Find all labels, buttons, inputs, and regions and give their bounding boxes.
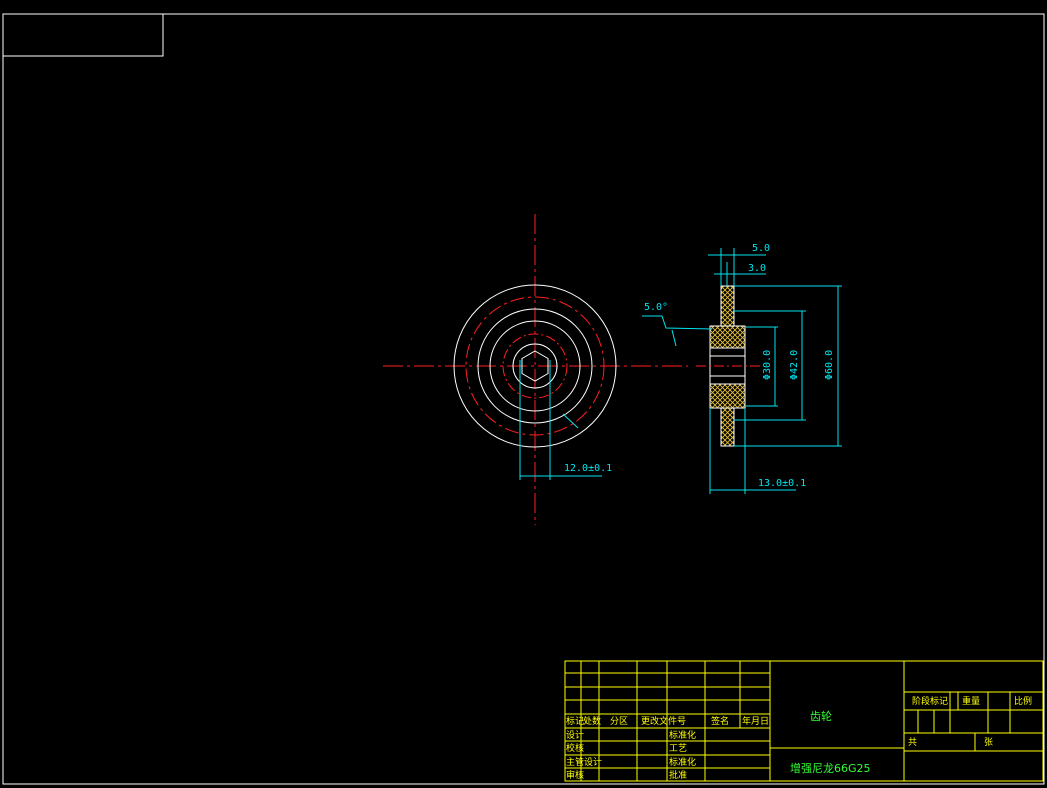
row-label-sheji: 设计 [566,729,584,741]
width-inner-text: 3.0 [748,263,766,274]
row-label-shenhe: 审核 [566,769,584,781]
cad-drawing: 12.0±0.1 5.0 3.0 5.0° Φ30.0 Φ42.0 Φ60.0 … [2,13,1045,785]
col-label-biaoji: 标记 [566,715,584,727]
part-name: 齿轮 [810,709,832,723]
width-outer-text: 5.0 [752,243,770,254]
process-label-4: 批准 [669,769,687,781]
sheet-label: 张 [984,737,993,748]
row-label-jiaohe: 校核 [566,742,584,754]
drawing-frame [2,13,1045,785]
hex-dim-text: 12.0±0.1 [564,463,612,474]
outer-dia-text: Φ60.0 [824,350,835,380]
top-left-box [2,13,164,57]
col-label-fenqu: 分区 [610,716,628,727]
pitch-leader-line [562,413,579,429]
scale-label: 比例 [1014,695,1032,707]
weight-label: 重量 [962,695,980,707]
front-view: 12.0±0.1 [383,214,688,525]
col-label-chushu: 处数 [583,715,601,727]
row-label-zhuguan: 主管设计 [566,756,602,768]
hub-bottom [709,383,746,409]
tooth-bottom [720,407,735,447]
tooth-top [720,285,735,327]
material: 增强尼龙66G25 [790,761,871,775]
col-label-nianyueri: 年月日 [742,715,769,727]
col-label-qianming: 签名 [711,715,729,727]
side-view: 5.0 3.0 5.0° Φ30.0 Φ42.0 Φ60.0 13.0±0.1 [642,243,842,494]
process-label-1: 标准化 [669,729,696,741]
chamfer-leader [642,315,713,347]
stage-mark-label: 阶段标记 [912,695,948,707]
pitch-dia-text: Φ42.0 [789,350,800,380]
process-label-3: 标准化 [669,756,696,768]
bore-dia-text: Φ30.0 [762,350,773,380]
total-width-text: 13.0±0.1 [758,478,806,489]
process-label-2: 工艺 [669,743,687,754]
chamfer-text: 5.0° [644,302,668,313]
sheet-total-label: 共 [908,737,917,748]
hub-top [709,325,746,349]
col-label-gengai: 更改文件号 [641,715,686,727]
